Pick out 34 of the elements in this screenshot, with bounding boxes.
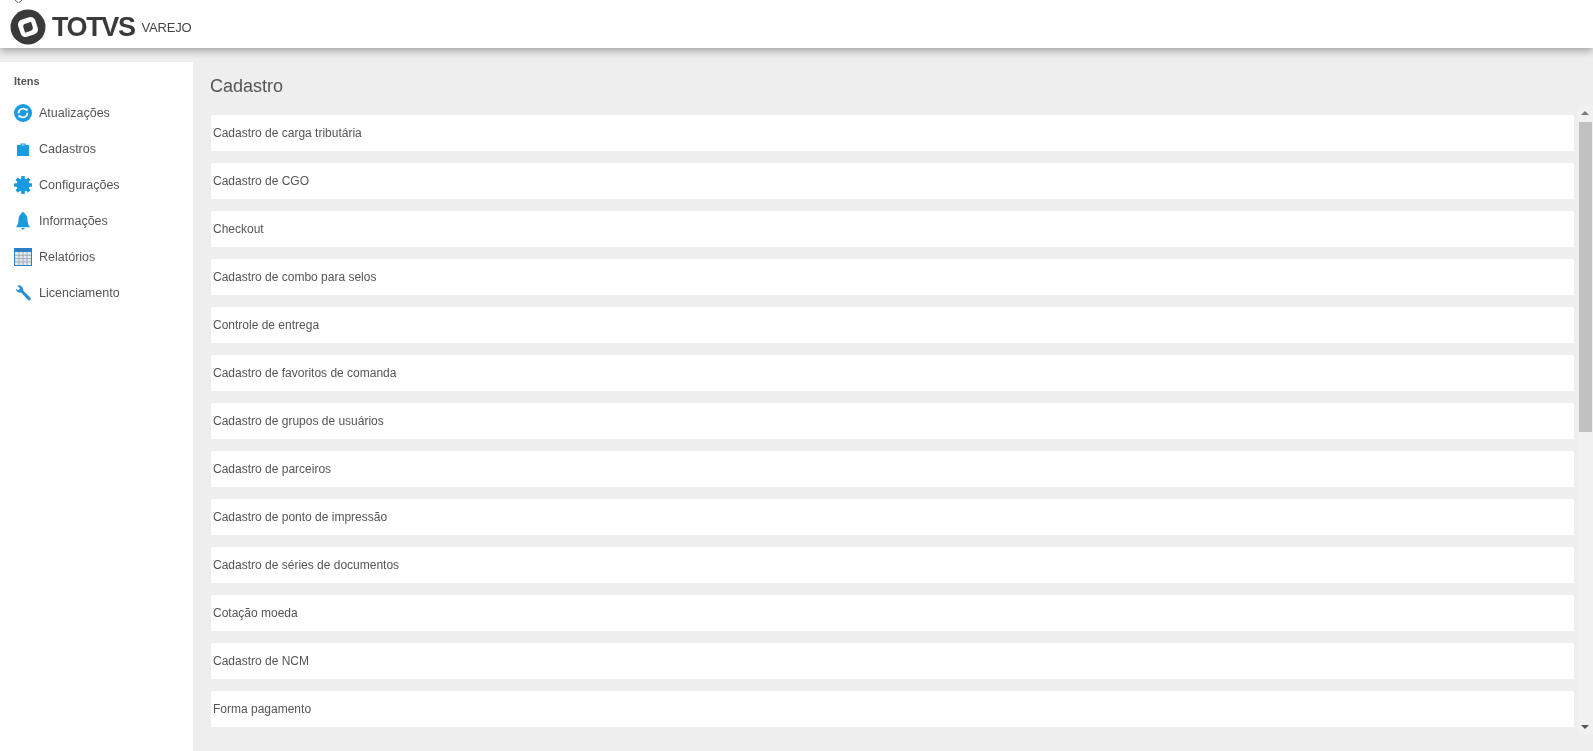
wrench-icon <box>15 285 31 301</box>
page-title: Cadastro <box>210 75 285 97</box>
list-item[interactable]: Cadastro de NCM <box>211 643 1574 679</box>
list-item[interactable]: Cadastro de favoritos de comanda <box>211 355 1574 391</box>
bell-icon <box>16 212 30 230</box>
list-item[interactable]: Forma pagamento <box>211 691 1574 727</box>
list-item[interactable]: Cadastro de combo para selos <box>211 259 1574 295</box>
list-item[interactable]: Cadastro de ponto de impressão <box>211 499 1574 535</box>
list-item[interactable]: Controle de entrega <box>211 307 1574 343</box>
scrollbar-thumb[interactable] <box>1578 122 1592 432</box>
sidebar-item[interactable]: Informações <box>0 203 193 239</box>
gear-icon <box>14 176 32 194</box>
sidebar-heading: Itens <box>13 74 41 88</box>
sidebar-item[interactable]: Relatórios <box>0 239 193 275</box>
logo-icon <box>10 8 46 45</box>
scroll-up-arrow-icon[interactable] <box>1581 111 1589 115</box>
list-item[interactable]: Cadastro de grupos de usuários <box>211 403 1574 439</box>
table-icon <box>14 248 32 266</box>
list-item[interactable]: Cadastro de parceiros <box>211 451 1574 487</box>
list-item[interactable]: Cadastro de séries de documentos <box>211 547 1574 583</box>
clipboard-icon <box>17 142 29 156</box>
brand-name: TOTVS <box>52 11 135 42</box>
refresh-icon <box>14 104 32 122</box>
sidebar-item[interactable]: Configurações <box>0 167 193 203</box>
sidebar-item[interactable]: Cadastros <box>0 131 193 167</box>
sidebar-item[interactable]: Licenciamento <box>0 275 193 311</box>
list-item[interactable]: Cadastro de CGO <box>211 163 1574 199</box>
sidebar-item[interactable]: Atualizações <box>0 95 193 131</box>
product-name: VAREJO <box>141 19 192 36</box>
list-item[interactable]: Cotação moeda <box>211 595 1574 631</box>
list-item[interactable]: Cadastro de carga tributária <box>211 115 1574 151</box>
list-item[interactable]: Checkout <box>211 211 1574 247</box>
scroll-down-arrow-icon[interactable] <box>1581 725 1589 729</box>
caret-icon[interactable] <box>15 0 22 3</box>
